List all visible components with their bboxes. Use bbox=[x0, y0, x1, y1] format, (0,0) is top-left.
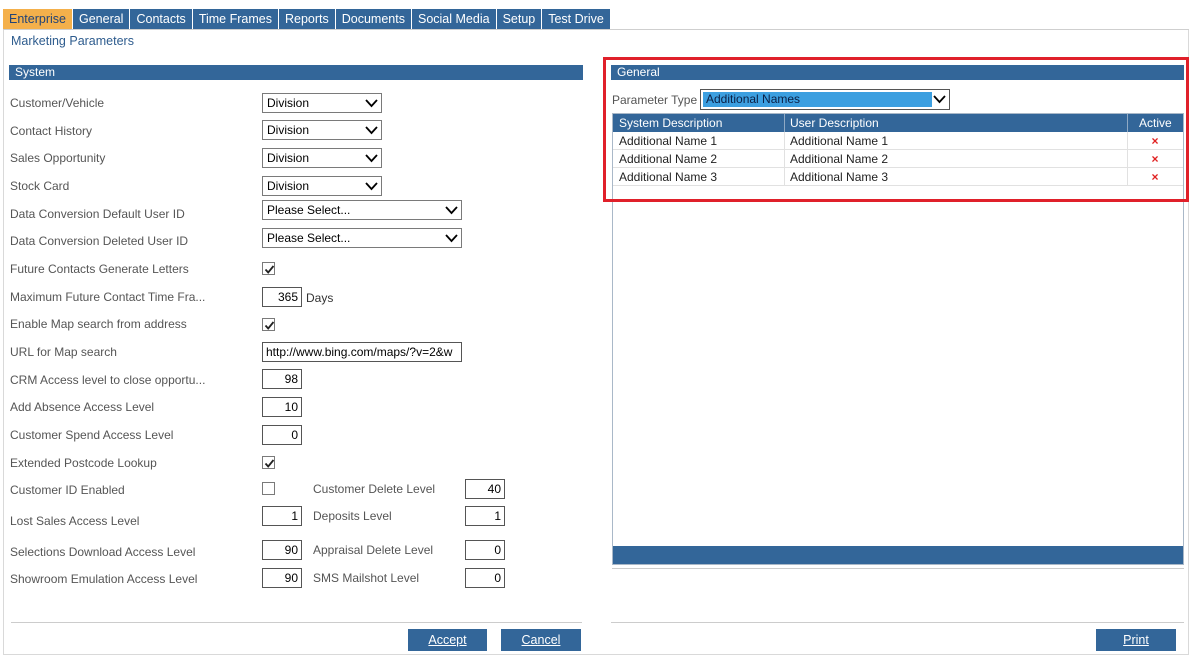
customer-vehicle-select[interactable]: Division bbox=[262, 93, 382, 113]
contact-history-value: Division bbox=[267, 123, 310, 137]
chevron-down-icon bbox=[445, 206, 458, 215]
customer-delete-level-label: Customer Delete Level bbox=[313, 482, 436, 496]
showroom-emulation-label: Showroom Emulation Access Level bbox=[10, 572, 198, 586]
stock-card-label: Stock Card bbox=[10, 179, 70, 193]
selections-download-input[interactable]: 90 bbox=[262, 540, 302, 560]
tab-test-drive[interactable]: Test Drive bbox=[542, 9, 610, 30]
max-future-contact-input[interactable]: 365 bbox=[262, 287, 302, 307]
customer-delete-level-input[interactable]: 40 bbox=[465, 479, 505, 499]
chevron-down-icon bbox=[445, 234, 458, 243]
extended-postcode-checkbox[interactable] bbox=[262, 456, 275, 469]
selections-download-label: Selections Download Access Level bbox=[10, 545, 196, 559]
customer-vehicle-label: Customer/Vehicle bbox=[10, 96, 105, 110]
sales-opportunity-label: Sales Opportunity bbox=[10, 151, 106, 165]
tab-time-frames[interactable]: Time Frames bbox=[192, 9, 278, 30]
tab-social-media[interactable]: Social Media bbox=[411, 9, 496, 30]
enable-map-search-checkbox[interactable] bbox=[262, 318, 275, 331]
dc-default-user-select[interactable]: Please Select... bbox=[262, 200, 462, 220]
max-future-contact-label: Maximum Future Contact Time Fra... bbox=[10, 290, 206, 304]
extended-postcode-label: Extended Postcode Lookup bbox=[10, 456, 157, 470]
sms-mailshot-label: SMS Mailshot Level bbox=[313, 571, 420, 585]
lost-sales-label: Lost Sales Access Level bbox=[10, 514, 140, 528]
crm-access-close-label: CRM Access level to close opportu... bbox=[10, 373, 206, 387]
cancel-button[interactable]: Cancel bbox=[501, 629, 581, 651]
right-footer-divider bbox=[611, 622, 1184, 623]
showroom-emulation-input[interactable]: 90 bbox=[262, 568, 302, 588]
dc-default-user-label: Data Conversion Default User ID bbox=[10, 207, 185, 221]
add-absence-label: Add Absence Access Level bbox=[10, 400, 155, 414]
tab-reports[interactable]: Reports bbox=[278, 9, 335, 30]
highlight-annotation-box bbox=[603, 57, 1189, 202]
chevron-down-icon bbox=[365, 99, 378, 108]
tab-contacts[interactable]: Contacts bbox=[130, 9, 192, 30]
page-title: Marketing Parameters bbox=[11, 34, 134, 48]
contact-history-select[interactable]: Division bbox=[262, 120, 382, 140]
dc-deleted-user-value: Please Select... bbox=[267, 231, 351, 245]
checkmark-icon bbox=[264, 265, 275, 274]
future-contacts-letters-checkbox[interactable] bbox=[262, 262, 275, 275]
tab-documents[interactable]: Documents bbox=[335, 9, 411, 30]
accept-button[interactable]: Accept bbox=[408, 629, 487, 651]
print-button[interactable]: Print bbox=[1096, 629, 1176, 651]
grid-footer-bar bbox=[613, 546, 1183, 564]
sales-opportunity-value: Division bbox=[267, 151, 310, 165]
sales-opportunity-select[interactable]: Division bbox=[262, 148, 382, 168]
url-map-search-label: URL for Map search bbox=[10, 345, 117, 359]
customer-vehicle-value: Division bbox=[267, 96, 310, 110]
chevron-down-icon bbox=[365, 154, 378, 163]
chevron-down-icon bbox=[365, 126, 378, 135]
url-map-search-input[interactable]: http://www.bing.com/maps/?v=2&w bbox=[262, 342, 462, 362]
appraisal-delete-label: Appraisal Delete Level bbox=[313, 543, 434, 557]
days-unit-label: Days bbox=[306, 291, 334, 305]
stock-card-value: Division bbox=[267, 179, 310, 193]
future-contacts-letters-label: Future Contacts Generate Letters bbox=[10, 262, 189, 276]
checkmark-icon bbox=[264, 459, 275, 468]
lost-sales-input[interactable]: 1 bbox=[262, 506, 302, 526]
tab-enterprise[interactable]: Enterprise bbox=[3, 9, 72, 30]
chevron-down-icon bbox=[365, 182, 378, 191]
checkmark-icon bbox=[264, 321, 275, 330]
enable-map-search-label: Enable Map search from address bbox=[10, 317, 187, 331]
contact-history-label: Contact History bbox=[10, 124, 93, 138]
crm-access-close-input[interactable]: 98 bbox=[262, 369, 302, 389]
deposits-level-label: Deposits Level bbox=[313, 509, 392, 523]
left-footer-divider bbox=[11, 622, 582, 623]
dc-deleted-user-label: Data Conversion Deleted User ID bbox=[10, 234, 189, 248]
customer-id-enabled-label: Customer ID Enabled bbox=[10, 483, 125, 497]
system-section-header: System bbox=[9, 65, 583, 80]
top-tab-bar: Enterprise General Contacts Time Frames … bbox=[3, 9, 611, 30]
dc-default-user-value: Please Select... bbox=[267, 203, 351, 217]
appraisal-delete-input[interactable]: 0 bbox=[465, 540, 505, 560]
stock-card-select[interactable]: Division bbox=[262, 176, 382, 196]
tab-setup[interactable]: Setup bbox=[496, 9, 542, 30]
customer-id-enabled-checkbox[interactable] bbox=[262, 482, 275, 495]
sms-mailshot-input[interactable]: 0 bbox=[465, 568, 505, 588]
dc-deleted-user-select[interactable]: Please Select... bbox=[262, 228, 462, 248]
customer-spend-label: Customer Spend Access Level bbox=[10, 428, 174, 442]
right-grid-bottom-divider bbox=[612, 568, 1184, 569]
tab-general[interactable]: General bbox=[72, 9, 130, 30]
customer-spend-input[interactable]: 0 bbox=[262, 425, 302, 445]
add-absence-input[interactable]: 10 bbox=[262, 397, 302, 417]
deposits-level-input[interactable]: 1 bbox=[465, 506, 505, 526]
